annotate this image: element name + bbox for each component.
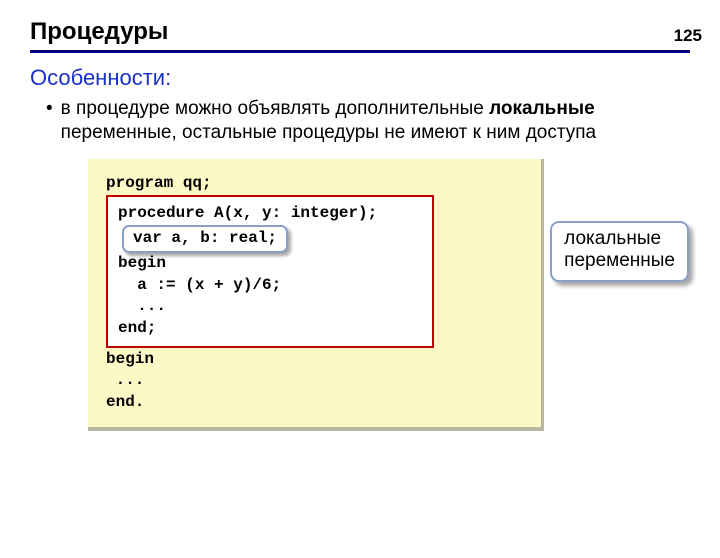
callout-line-2: переменные <box>564 250 675 273</box>
bullet-text-pre: в процедуре можно объявлять дополнительн… <box>61 98 489 119</box>
page-title: Процедуры <box>30 18 720 46</box>
code-line-assign: a := (x + y)/6; <box>118 275 422 297</box>
bullet-text-bold: локальные <box>489 98 595 119</box>
title-underline <box>30 50 690 53</box>
code-line-end2: end. <box>106 392 523 414</box>
bullet-item: • в процедуре можно объявлять дополнител… <box>46 97 680 145</box>
bullet-text: в процедуре можно объявлять дополнительн… <box>61 97 680 145</box>
var-chip: var a, b: real; <box>122 225 288 254</box>
code-line-begin: begin <box>118 253 422 275</box>
code-line-proc-head: procedure A(x, y: integer); <box>118 203 422 225</box>
code-block: program qq; procedure A(x, y: integer); … <box>88 159 544 432</box>
callout-line-1: локальные <box>564 228 675 251</box>
section-subtitle: Особенности: <box>30 65 720 91</box>
code-line-program: program qq; <box>106 173 523 195</box>
code-line-dots: ... <box>118 296 422 318</box>
procedure-box: procedure A(x, y: integer); var a, b: re… <box>106 195 434 348</box>
code-line-begin2: begin <box>106 349 523 371</box>
callout-local-variables: локальные переменные <box>550 221 689 283</box>
code-line-end: end; <box>118 318 422 340</box>
page-number: 125 <box>674 26 702 46</box>
var-declaration-row: var a, b: real; <box>118 225 422 254</box>
bullet-text-post: переменные, остальные процедуры не имеют… <box>61 122 596 143</box>
bullet-marker: • <box>46 97 53 145</box>
code-line-dots2: ... <box>106 370 523 392</box>
